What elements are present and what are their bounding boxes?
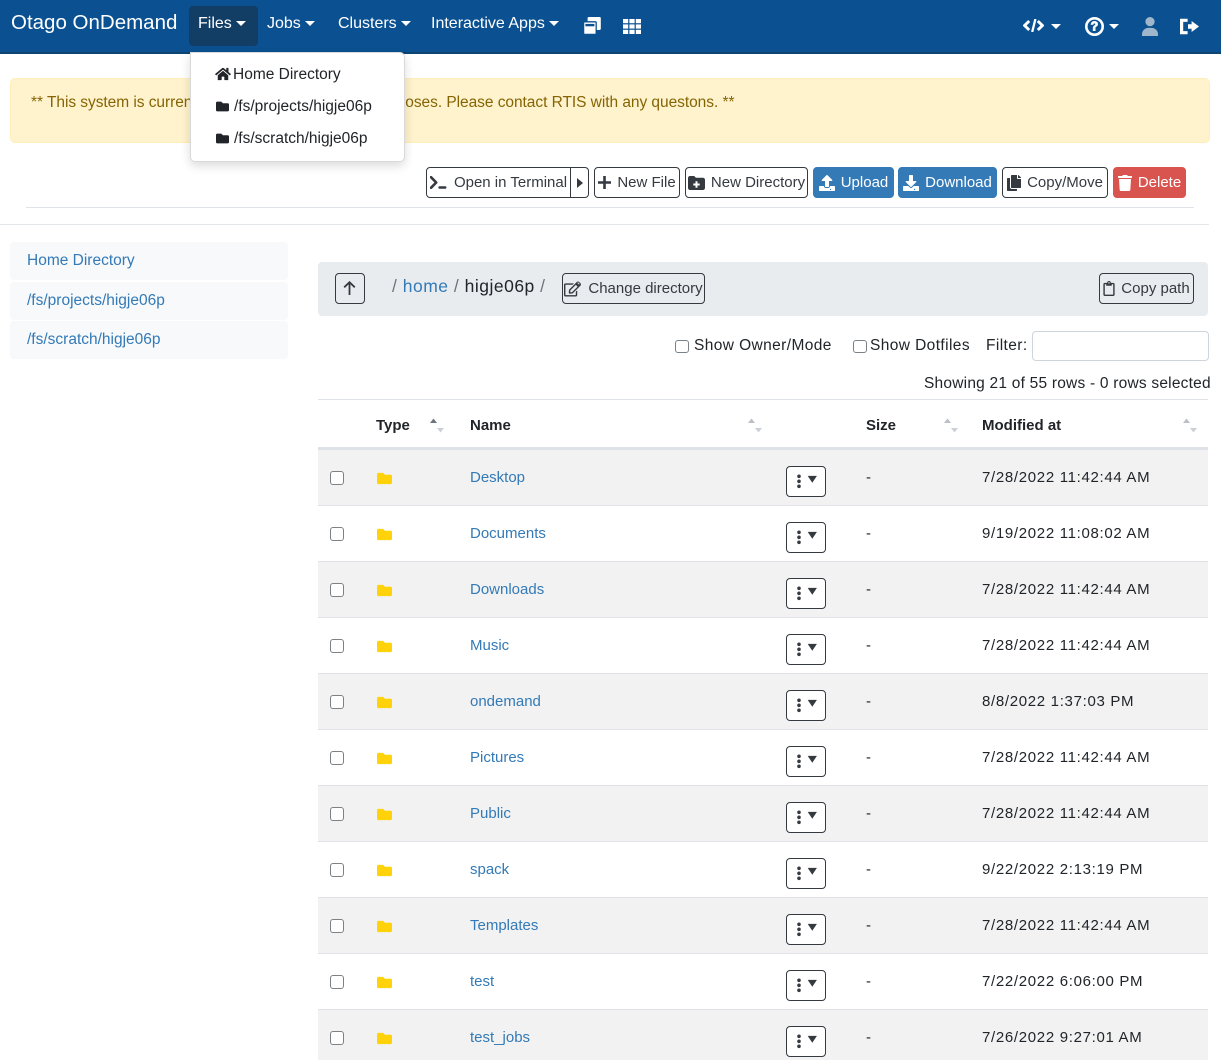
- svg-text:?: ?: [1091, 20, 1099, 34]
